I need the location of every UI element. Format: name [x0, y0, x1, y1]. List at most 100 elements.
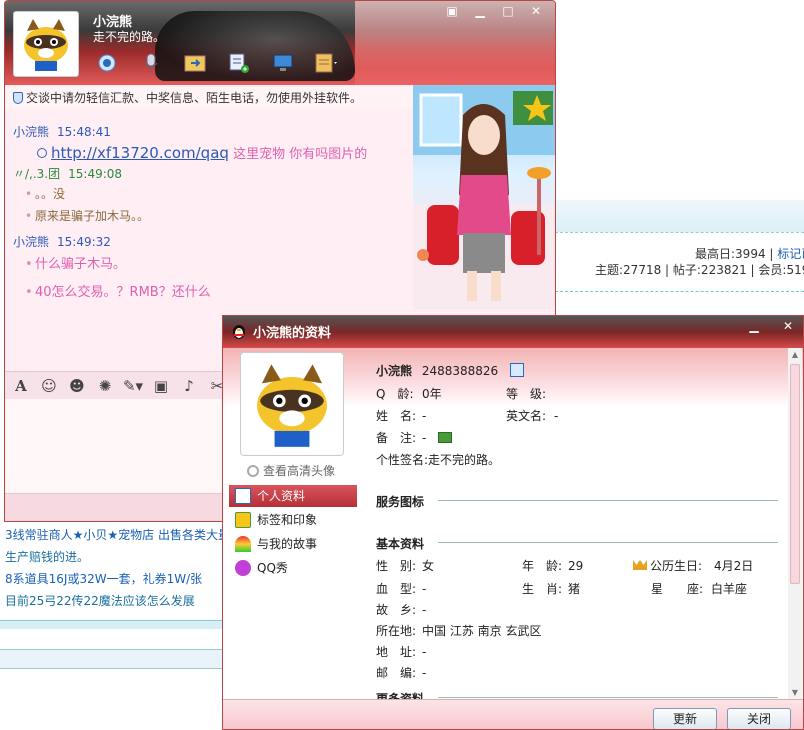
- field-signature: 个性签名:走不完的路。: [376, 453, 501, 467]
- profile-sidebar: 查看高清头像 个人资料 标签和印象 与我的故事 QQ秀: [223, 348, 363, 729]
- thread-link[interactable]: 3线常驻商人★小贝★宠物店 出售各类大量宠物: [0, 524, 222, 546]
- tag-user-icon: [235, 512, 251, 528]
- field-birthday: 公历生日: 4月2日: [633, 557, 753, 574]
- stats-totals: 主题:27718 | 帖子:223821 | 会员:5190: [595, 263, 804, 277]
- rainbow-icon: [235, 536, 251, 552]
- qq-show-girl-image: [413, 85, 555, 309]
- contact-card-icon[interactable]: [510, 363, 525, 377]
- close-icon[interactable]: ✕: [781, 320, 795, 332]
- profile-footer: 更新 关闭: [223, 699, 803, 729]
- nav-qq-show[interactable]: QQ秀: [229, 557, 357, 579]
- minimize-icon[interactable]: ▁: [747, 320, 761, 332]
- qq-show-icon: [235, 560, 251, 576]
- field-remark: 备 注: -: [376, 429, 453, 446]
- crown-icon: [633, 560, 647, 570]
- message-header: 〃/,.3.团 15:49:08: [13, 167, 123, 181]
- field-constellation: 星 座: 白羊座: [651, 582, 748, 596]
- forum-stats: 最高日:3994 | 标记已读 主题:27718 | 帖子:223821 | 会…: [555, 232, 804, 314]
- forum-thread-list: 3线常驻商人★小贝★宠物店 出售各类大量宠物 生产赔钱的进。 8系道具16J或3…: [0, 524, 222, 612]
- field-english-name: 英文名: -: [506, 409, 559, 423]
- field-address: 地 址: -: [376, 645, 427, 659]
- close-button[interactable]: 关闭: [727, 708, 791, 729]
- profile-window: 小浣熊的资料 ▁ ✕ 查看高清头像 个人资料 标签和印象 与我的故事 QQ秀 小…: [222, 315, 804, 730]
- minimize-icon[interactable]: ▁: [473, 5, 487, 17]
- nav-story[interactable]: 与我的故事: [229, 533, 357, 555]
- link-safety-icon: [37, 148, 47, 158]
- section-basic-info: 基本资料: [376, 537, 425, 551]
- profile-window-title: 小浣熊的资料: [253, 326, 332, 341]
- scroll-down-icon[interactable]: ▼: [791, 688, 799, 697]
- profile-scrollbar[interactable]: ▲ ▼: [788, 348, 802, 699]
- field-location: 所在地: 中国 江苏 南京 玄武区: [376, 624, 542, 638]
- shake-icon[interactable]: ✺: [95, 376, 115, 396]
- update-button[interactable]: 更新: [653, 708, 717, 729]
- contact-avatar[interactable]: [13, 11, 79, 77]
- id-card-icon: [235, 488, 251, 504]
- profile-details: 小浣熊 2488388826 Q 龄: 0年 等 级: 姓 名: - 英文名: - 备…: [363, 348, 788, 699]
- nav-personal-info[interactable]: 个人资料: [229, 485, 357, 507]
- view-hd-avatar-link[interactable]: 查看高清头像: [247, 462, 335, 479]
- field-zodiac: 生 肖: 猪: [522, 582, 581, 596]
- section-service-icons: 服务图标: [376, 495, 425, 509]
- magic-face-icon[interactable]: ☻: [67, 376, 87, 396]
- message-text: • 原来是骗子加木马。。: [25, 209, 150, 223]
- message-link[interactable]: http://xf13720.com/qaq: [51, 144, 229, 162]
- security-notice: 交谈中请勿轻信汇款、中奖信息、陌生电话，勿使用外挂软件。: [5, 87, 413, 109]
- shield-icon: [13, 92, 23, 104]
- close-icon[interactable]: ✕: [529, 5, 543, 17]
- raccoon-avatar-icon: [24, 19, 68, 71]
- camera-icon[interactable]: [93, 51, 121, 75]
- thread-link[interactable]: 目前25弓22传22魔法应该怎么发展: [0, 590, 222, 612]
- image-icon[interactable]: ▣: [151, 376, 171, 396]
- mark-read-link[interactable]: 标记已读: [777, 247, 804, 261]
- edit-remark-icon[interactable]: [438, 432, 453, 443]
- thread-link[interactable]: 8系道具16J或32W一套，礼券1W/张: [0, 568, 222, 590]
- message-text: • 。。没: [25, 187, 66, 201]
- field-blood: 血 型: -: [376, 582, 427, 596]
- maximize-icon[interactable]: □: [501, 5, 515, 17]
- file-transfer-icon[interactable]: [181, 51, 209, 75]
- magnifier-icon: [247, 464, 259, 477]
- chat-header: 小浣熊 走不完的路。 ▣ ▁ □ ✕: [5, 1, 555, 85]
- stats-max-day: 最高日:3994 |: [695, 247, 778, 261]
- remote-desktop-icon[interactable]: [269, 51, 297, 75]
- scroll-up-icon[interactable]: ▲: [791, 350, 799, 359]
- field-hometown: 故 乡: -: [376, 603, 427, 617]
- message-header: 小浣熊 15:49:32: [13, 235, 111, 249]
- nav-tags[interactable]: 标签和印象: [229, 509, 357, 531]
- message-text: • 什么骗子木马。: [25, 257, 127, 272]
- music-icon[interactable]: ♪: [179, 376, 199, 396]
- qq-penguin-icon: [233, 325, 245, 339]
- message-text: http://xf13720.com/qaq 这里宠物 你有吗图片的: [13, 141, 405, 165]
- screenshot-icon[interactable]: ✎▾: [123, 376, 143, 396]
- profile-avatar[interactable]: [240, 352, 344, 456]
- chat-window-controls: ▣ ▁ □ ✕: [445, 5, 543, 17]
- message-header: 小浣熊 15:48:41: [13, 125, 111, 139]
- chat-toolbar: [93, 51, 341, 75]
- field-gender: 性 别: 女: [376, 559, 435, 573]
- scroll-thumb[interactable]: [790, 364, 800, 584]
- field-postcode: 邮 编: -: [376, 666, 427, 680]
- field-name: 姓 名: -: [376, 409, 427, 423]
- section-more-info: 更多资料: [376, 692, 425, 699]
- forum-header-band: [555, 200, 804, 232]
- field-level: 等 级:: [506, 387, 547, 401]
- profile-window-controls: ▁ ✕: [747, 320, 795, 332]
- add-app-icon[interactable]: [225, 51, 253, 75]
- raccoon-avatar-icon: [257, 364, 327, 447]
- profile-nickname: 小浣熊: [376, 364, 413, 378]
- field-age: 年 龄: 29: [522, 559, 584, 573]
- forum-footer: [0, 620, 222, 730]
- apps-menu-icon[interactable]: [313, 51, 341, 75]
- contact-signature: 走不完的路。: [93, 30, 166, 44]
- emoji-icon[interactable]: ☺: [39, 376, 59, 396]
- menu-icon[interactable]: ▣: [445, 5, 459, 17]
- microphone-icon[interactable]: [137, 51, 165, 75]
- contact-show-avatar[interactable]: [413, 85, 555, 309]
- message-text: • 40怎么交易。？RMB？还什么: [25, 285, 211, 300]
- profile-nav: 个人资料 标签和印象 与我的故事 QQ秀: [229, 485, 357, 581]
- thread-link[interactable]: 生产赔钱的进。: [0, 546, 222, 568]
- profile-qq-number: 2488388826: [421, 364, 499, 378]
- font-icon[interactable]: A: [11, 376, 31, 396]
- profile-titlebar: 小浣熊的资料 ▁ ✕: [223, 316, 803, 348]
